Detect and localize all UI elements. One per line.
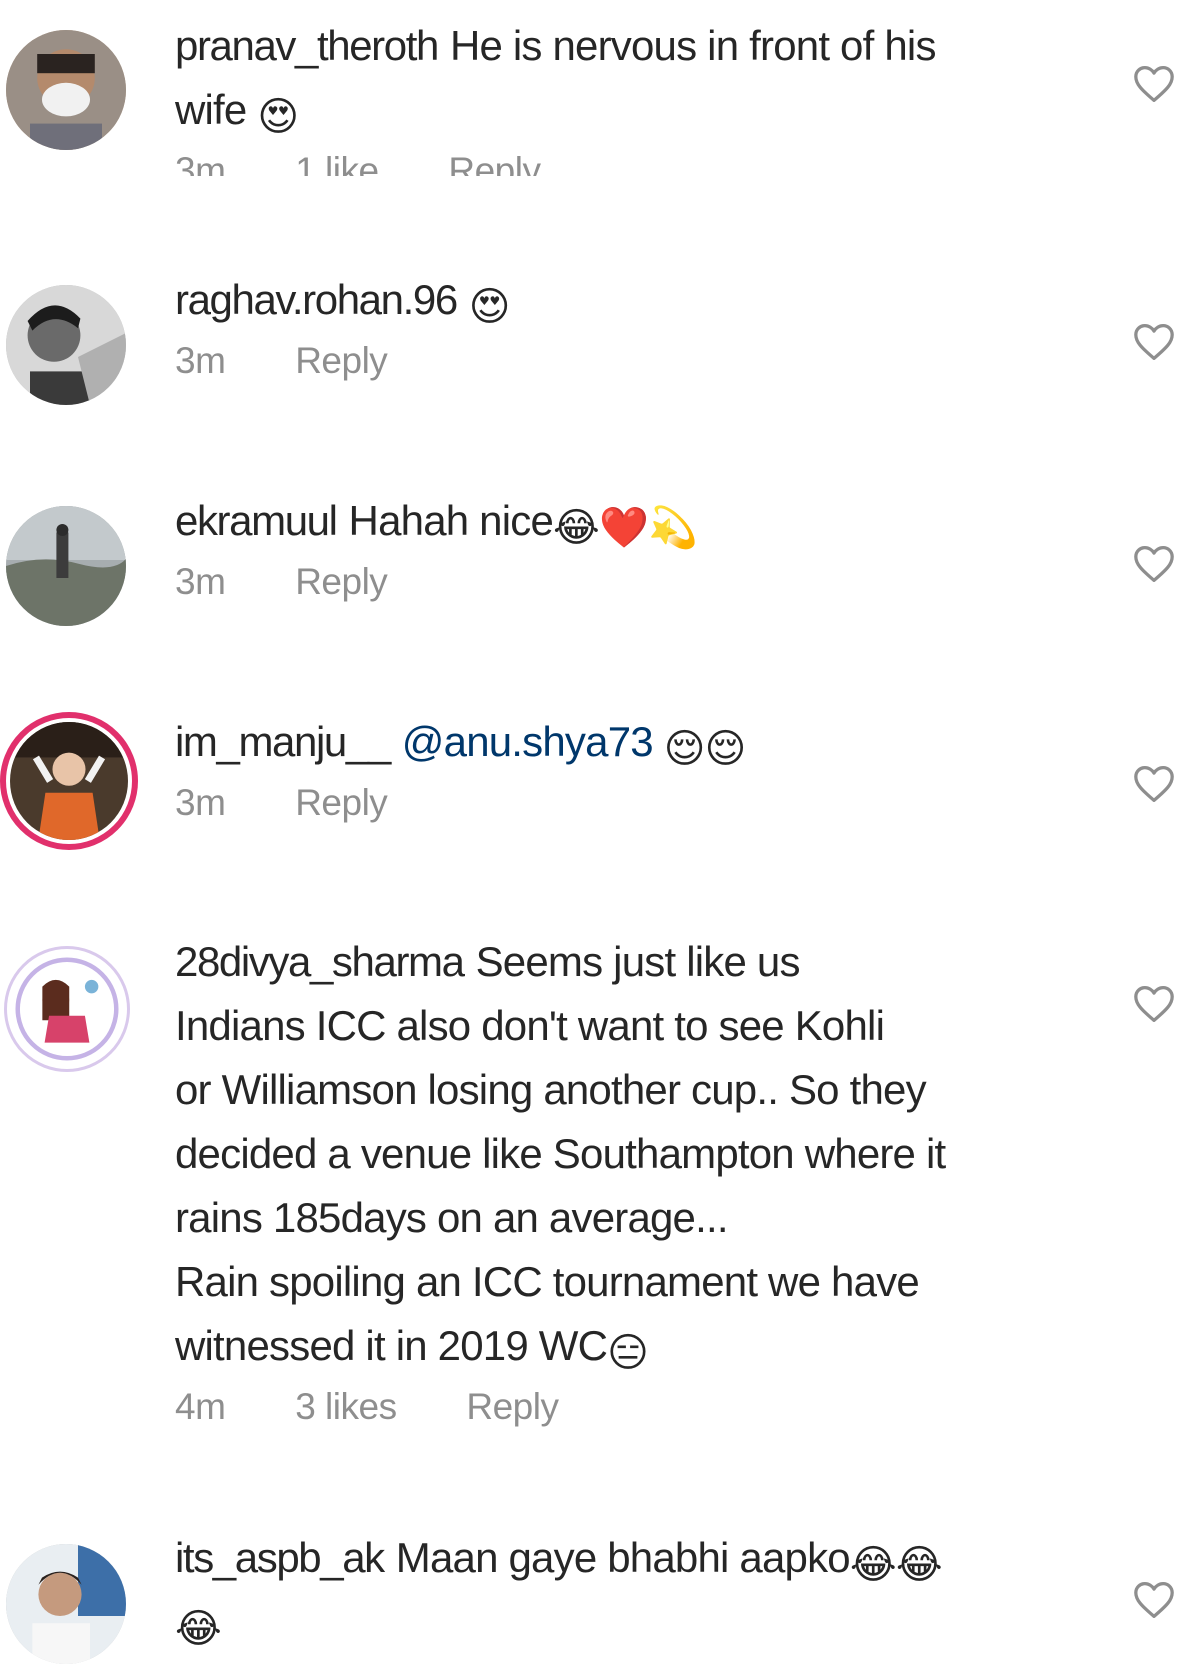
- emoji: 😑: [607, 1331, 649, 1375]
- avatar[interactable]: [6, 285, 126, 405]
- like-button[interactable]: [1132, 322, 1176, 362]
- reply-button[interactable]: Reply: [448, 150, 541, 176]
- comment-username[interactable]: im_manju__: [175, 718, 391, 765]
- profile-avatar-icon: [6, 506, 126, 626]
- comment-message: Maan gaye bhabhi aapko: [395, 1534, 851, 1581]
- avatar-story-ring[interactable]: [4, 946, 130, 1072]
- mention-link[interactable]: @anu.shya73: [402, 718, 654, 765]
- comment-time: 3m: [175, 150, 226, 176]
- emoji: 😍: [468, 285, 511, 329]
- reply-button[interactable]: Reply: [466, 1386, 559, 1427]
- comment-time: 3m: [175, 561, 226, 602]
- comment-time: 3m: [175, 340, 226, 381]
- comment-text: 28divya_sharma Seems just like us Indians…: [175, 930, 1075, 1378]
- comment-body: im_manju__ @anu.shya73 😌😌 3m Reply: [175, 710, 1075, 828]
- comment-message: Seems just like us Indians ICC also don'…: [175, 938, 946, 1369]
- comment-text: raghav.rohan.96 😍: [175, 268, 1075, 332]
- emoji: 😂: [175, 1607, 222, 1651]
- like-button[interactable]: [1132, 544, 1176, 584]
- comment-list: pranav_theroth He is nervous in front of …: [0, 0, 1200, 1664]
- avatar-story-ring[interactable]: [0, 712, 138, 850]
- emoji: 😂❤️💫: [553, 506, 698, 550]
- reply-button[interactable]: Reply: [295, 340, 388, 381]
- heart-outline-icon: [1134, 546, 1174, 582]
- emoji: 😌😌: [663, 727, 747, 771]
- like-button[interactable]: [1132, 64, 1176, 104]
- comment-meta: 3m 1 like Reply: [175, 146, 1075, 176]
- heart-outline-icon: [1134, 986, 1174, 1022]
- comment-meta: 3m Reply: [175, 778, 1075, 828]
- comment-body: its_aspb_ak Maan gaye bhabhi aapko😂😂 😂: [175, 1526, 1075, 1654]
- emoji: 😂😂: [849, 1543, 943, 1587]
- like-button[interactable]: [1132, 1580, 1176, 1620]
- comment-username[interactable]: 28divya_sharma: [175, 938, 465, 985]
- comment-body: raghav.rohan.96 😍 3m Reply: [175, 268, 1075, 386]
- heart-outline-icon: [1134, 766, 1174, 802]
- profile-avatar-icon: [6, 30, 126, 150]
- reply-button[interactable]: Reply: [295, 561, 388, 602]
- profile-avatar-icon: [11, 953, 123, 1065]
- comment-username[interactable]: ekramuul: [175, 497, 338, 544]
- comment-text: its_aspb_ak Maan gaye bhabhi aapko😂😂 😂: [175, 1526, 1075, 1654]
- comment-body: ekramuul Hahah nice😂❤️💫 3m Reply: [175, 489, 1075, 607]
- comment-body: pranav_theroth He is nervous in front of …: [175, 14, 1075, 176]
- avatar[interactable]: [6, 1544, 126, 1664]
- comment-text: pranav_theroth He is nervous in front of …: [175, 14, 1075, 142]
- emoji: 😍: [257, 95, 299, 139]
- like-button[interactable]: [1132, 764, 1176, 804]
- comment-username[interactable]: its_aspb_ak: [175, 1534, 385, 1581]
- comment-text: im_manju__ @anu.shya73 😌😌: [175, 710, 1075, 774]
- comment-time: 4m: [175, 1386, 226, 1427]
- comment-meta: 4m 3 likes Reply: [175, 1382, 1075, 1432]
- profile-avatar-icon: [10, 722, 128, 840]
- comment-message: Hahah nice: [348, 497, 554, 544]
- profile-avatar-icon: [6, 1544, 126, 1664]
- comment-likes[interactable]: 3 likes: [295, 1386, 397, 1427]
- comment-body: 28divya_sharma Seems just like us Indians…: [175, 930, 1075, 1432]
- profile-avatar-icon: [6, 285, 126, 405]
- comment-meta: 3m Reply: [175, 336, 1075, 386]
- like-button[interactable]: [1132, 984, 1176, 1024]
- comment-likes[interactable]: 1 like: [295, 150, 379, 176]
- heart-outline-icon: [1134, 324, 1174, 360]
- comment-text: ekramuul Hahah nice😂❤️💫: [175, 489, 1075, 553]
- comment-username[interactable]: raghav.rohan.96: [175, 276, 458, 323]
- avatar[interactable]: [6, 30, 126, 150]
- comment-username[interactable]: pranav_theroth: [175, 22, 439, 69]
- avatar[interactable]: [6, 506, 126, 626]
- reply-button[interactable]: Reply: [295, 782, 388, 823]
- heart-outline-icon: [1134, 66, 1174, 102]
- comment-meta: 3m Reply: [175, 557, 1075, 607]
- comment-time: 3m: [175, 782, 226, 823]
- heart-outline-icon: [1134, 1582, 1174, 1618]
